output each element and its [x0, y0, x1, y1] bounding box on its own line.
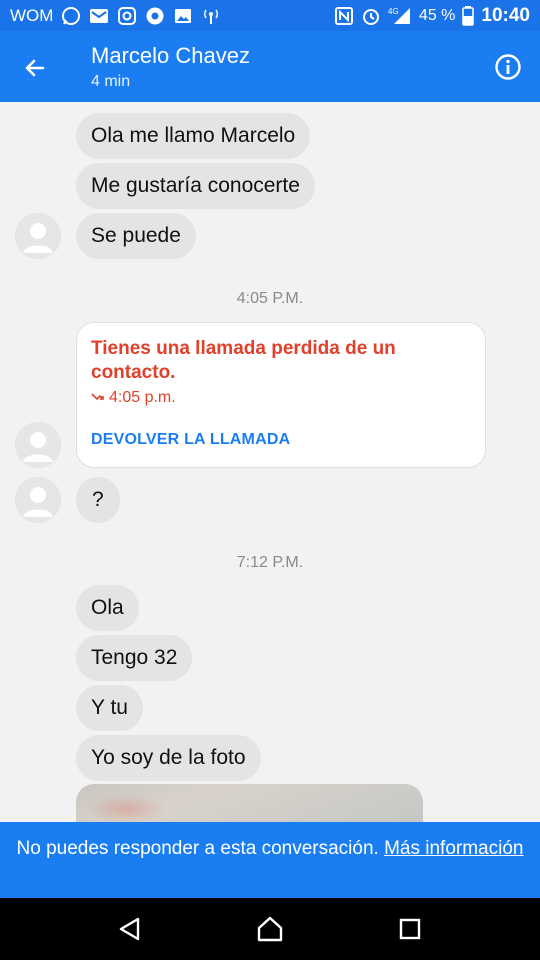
- message-bubble[interactable]: Se puede: [76, 213, 196, 259]
- avatar[interactable]: [15, 422, 61, 468]
- nav-recents-button[interactable]: [388, 907, 432, 951]
- message-bubble[interactable]: Ola: [76, 585, 139, 631]
- cannot-reply-banner: No puedes responder a esta conversación.…: [0, 822, 540, 898]
- missed-call-time: 4:05 p.m.: [91, 389, 176, 407]
- gallery-icon: [173, 6, 193, 26]
- call-back-button[interactable]: DEVOLVER LA LLAMADA: [91, 431, 290, 449]
- message-bubble[interactable]: Me gustaría conocerte: [76, 163, 315, 209]
- cannot-reply-text: No puedes responder a esta conversación.: [16, 838, 379, 859]
- message-bubble[interactable]: Tengo 32: [76, 635, 193, 681]
- battery-percent: 45 %: [418, 6, 456, 24]
- timestamp: 4:05 P.M.: [236, 290, 304, 307]
- instagram-icon: [117, 6, 137, 26]
- conversation-header: Marcelo Chavez 4 min: [0, 31, 540, 102]
- photo-attachment[interactable]: [76, 784, 423, 822]
- message-bubble[interactable]: Y tu: [76, 685, 143, 731]
- info-button[interactable]: [494, 53, 522, 81]
- arrow-left-icon: [25, 59, 45, 77]
- missed-call-card: Tienes una llamada perdida de un contact…: [76, 322, 486, 468]
- navigation-bar: [0, 898, 540, 960]
- message-bubble[interactable]: ?: [76, 477, 120, 523]
- mail-icon: [89, 6, 109, 26]
- back-button[interactable]: [20, 53, 50, 83]
- missed-call-title: Tienes una llamada perdida de un contact…: [91, 338, 396, 383]
- contact-name[interactable]: Marcelo Chavez: [91, 43, 250, 69]
- message-bubble[interactable]: Yo soy de la foto: [76, 735, 261, 781]
- alarm-icon: [361, 6, 381, 26]
- more-info-link[interactable]: Más información: [384, 838, 523, 859]
- message-thread[interactable]: Ola me llamo Marcelo Me gustaría conocer…: [0, 102, 540, 822]
- last-active: 4 min: [91, 73, 131, 90]
- info-icon: [495, 54, 521, 80]
- signal-broadcast-icon: [201, 6, 221, 26]
- missed-call-time-text: 4:05 p.m.: [109, 389, 176, 406]
- carrier-label: WOM: [10, 5, 54, 25]
- message-bubble[interactable]: Ola me llamo Marcelo: [76, 113, 311, 159]
- chrome-icon: [145, 6, 165, 26]
- status-bar: WOM 4G 45 % 10:40: [0, 0, 540, 31]
- svg-text:4G: 4G: [388, 7, 399, 16]
- nav-back-button[interactable]: [108, 907, 152, 951]
- missed-call-icon: [91, 393, 104, 401]
- nav-back-icon: [119, 917, 140, 941]
- nav-home-icon: [257, 916, 283, 942]
- nav-recents-icon: [399, 918, 421, 940]
- clock: 10:40: [481, 4, 530, 26]
- battery-icon: [462, 5, 475, 26]
- avatar[interactable]: [15, 213, 61, 259]
- nav-home-button[interactable]: [248, 907, 292, 951]
- nfc-icon: [334, 6, 354, 26]
- cell-signal-icon: 4G: [388, 6, 412, 26]
- avatar[interactable]: [15, 477, 61, 523]
- timestamp: 7:12 P.M.: [236, 554, 304, 571]
- whatsapp-icon: [61, 6, 81, 26]
